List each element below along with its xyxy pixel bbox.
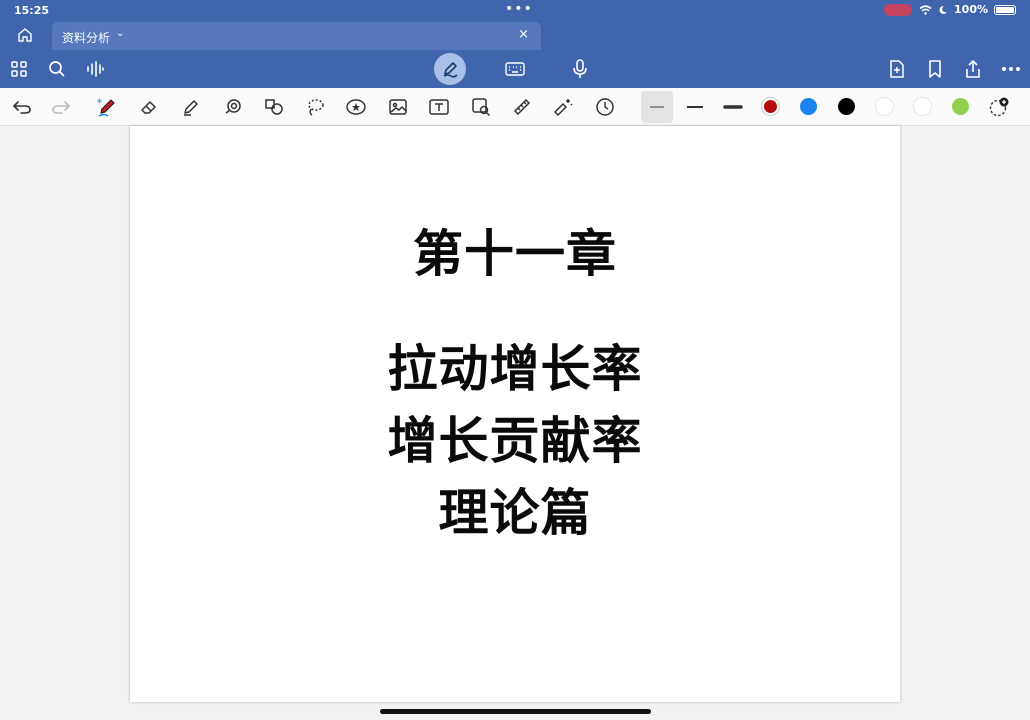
title-line-3: 理论篇 bbox=[438, 484, 592, 542]
multitask-dots-icon[interactable]: ••• bbox=[505, 1, 533, 17]
stroke-thick-button[interactable] bbox=[722, 96, 744, 118]
battery-icon bbox=[994, 4, 1016, 15]
color-swatch-black[interactable] bbox=[838, 98, 855, 115]
pen-mode-button[interactable] bbox=[434, 53, 466, 85]
sticker-icon[interactable] bbox=[345, 96, 367, 118]
home-indicator[interactable] bbox=[380, 709, 651, 714]
drawing-toolbar: ✻ bbox=[0, 88, 1030, 126]
keyboard-icon[interactable] bbox=[504, 58, 526, 80]
home-icon[interactable] bbox=[16, 26, 36, 46]
audio-waveform-icon[interactable] bbox=[84, 58, 106, 80]
shapes-icon[interactable] bbox=[263, 96, 285, 118]
status-bar: 15:25 ••• 100% bbox=[0, 0, 1030, 20]
close-icon[interactable]: × bbox=[518, 27, 529, 42]
stroke-medium-button[interactable] bbox=[684, 96, 706, 118]
pen-tool-icon[interactable]: ✻ bbox=[96, 96, 118, 118]
share-icon[interactable] bbox=[962, 58, 984, 80]
add-color-icon[interactable] bbox=[988, 96, 1010, 118]
color-swatch-white-2[interactable] bbox=[914, 98, 931, 115]
text-box-icon[interactable] bbox=[428, 96, 450, 118]
tab-title: 资料分析 bbox=[62, 31, 111, 45]
battery-percent: 100% bbox=[954, 3, 988, 16]
search-icon[interactable] bbox=[46, 58, 68, 80]
microphone-icon[interactable] bbox=[569, 58, 591, 80]
clock-icon[interactable] bbox=[594, 96, 616, 118]
title-line-1: 拉动增长率 bbox=[387, 340, 643, 398]
tab-bar: 资料分析 ⌄ × bbox=[0, 20, 1030, 50]
stroke-thin-button[interactable] bbox=[641, 91, 673, 123]
ruler-icon[interactable] bbox=[511, 96, 533, 118]
title-line-2: 增长贡献率 bbox=[387, 412, 643, 470]
status-time: 15:25 bbox=[14, 4, 50, 17]
image-search-icon[interactable] bbox=[470, 96, 492, 118]
more-options-icon[interactable] bbox=[1000, 58, 1022, 80]
lasso-icon[interactable] bbox=[304, 96, 326, 118]
shape-tool-icon[interactable] bbox=[222, 96, 244, 118]
status-right: 100% bbox=[919, 3, 1016, 16]
image-icon[interactable] bbox=[387, 96, 409, 118]
add-page-icon[interactable] bbox=[886, 58, 908, 80]
color-swatch-blue[interactable] bbox=[800, 98, 817, 115]
bookmark-icon[interactable] bbox=[924, 58, 946, 80]
color-swatch-white-1[interactable] bbox=[876, 98, 893, 115]
color-swatch-red[interactable] bbox=[762, 98, 779, 115]
pen-icon bbox=[443, 62, 458, 78]
undo-icon[interactable] bbox=[11, 96, 33, 118]
svg-text:✻: ✻ bbox=[97, 98, 102, 105]
tab-document[interactable]: 资料分析 ⌄ × bbox=[52, 22, 541, 50]
highlighter-icon[interactable] bbox=[180, 96, 202, 118]
note-page[interactable]: 第十一章 拉动增长率 增长贡献率 理论篇 bbox=[130, 126, 900, 702]
wifi-icon bbox=[919, 4, 932, 15]
color-swatch-green[interactable] bbox=[952, 98, 969, 115]
chevron-down-icon[interactable]: ⌄ bbox=[116, 28, 124, 39]
eraser-icon[interactable] bbox=[138, 96, 160, 118]
screen-record-indicator-icon bbox=[884, 4, 912, 16]
chapter-heading: 第十一章 bbox=[413, 225, 617, 283]
laser-pointer-icon[interactable] bbox=[552, 96, 574, 118]
redo-icon[interactable] bbox=[50, 96, 72, 118]
app-bar bbox=[0, 50, 1030, 88]
grid-icon[interactable] bbox=[8, 58, 30, 80]
moon-icon bbox=[939, 5, 948, 14]
